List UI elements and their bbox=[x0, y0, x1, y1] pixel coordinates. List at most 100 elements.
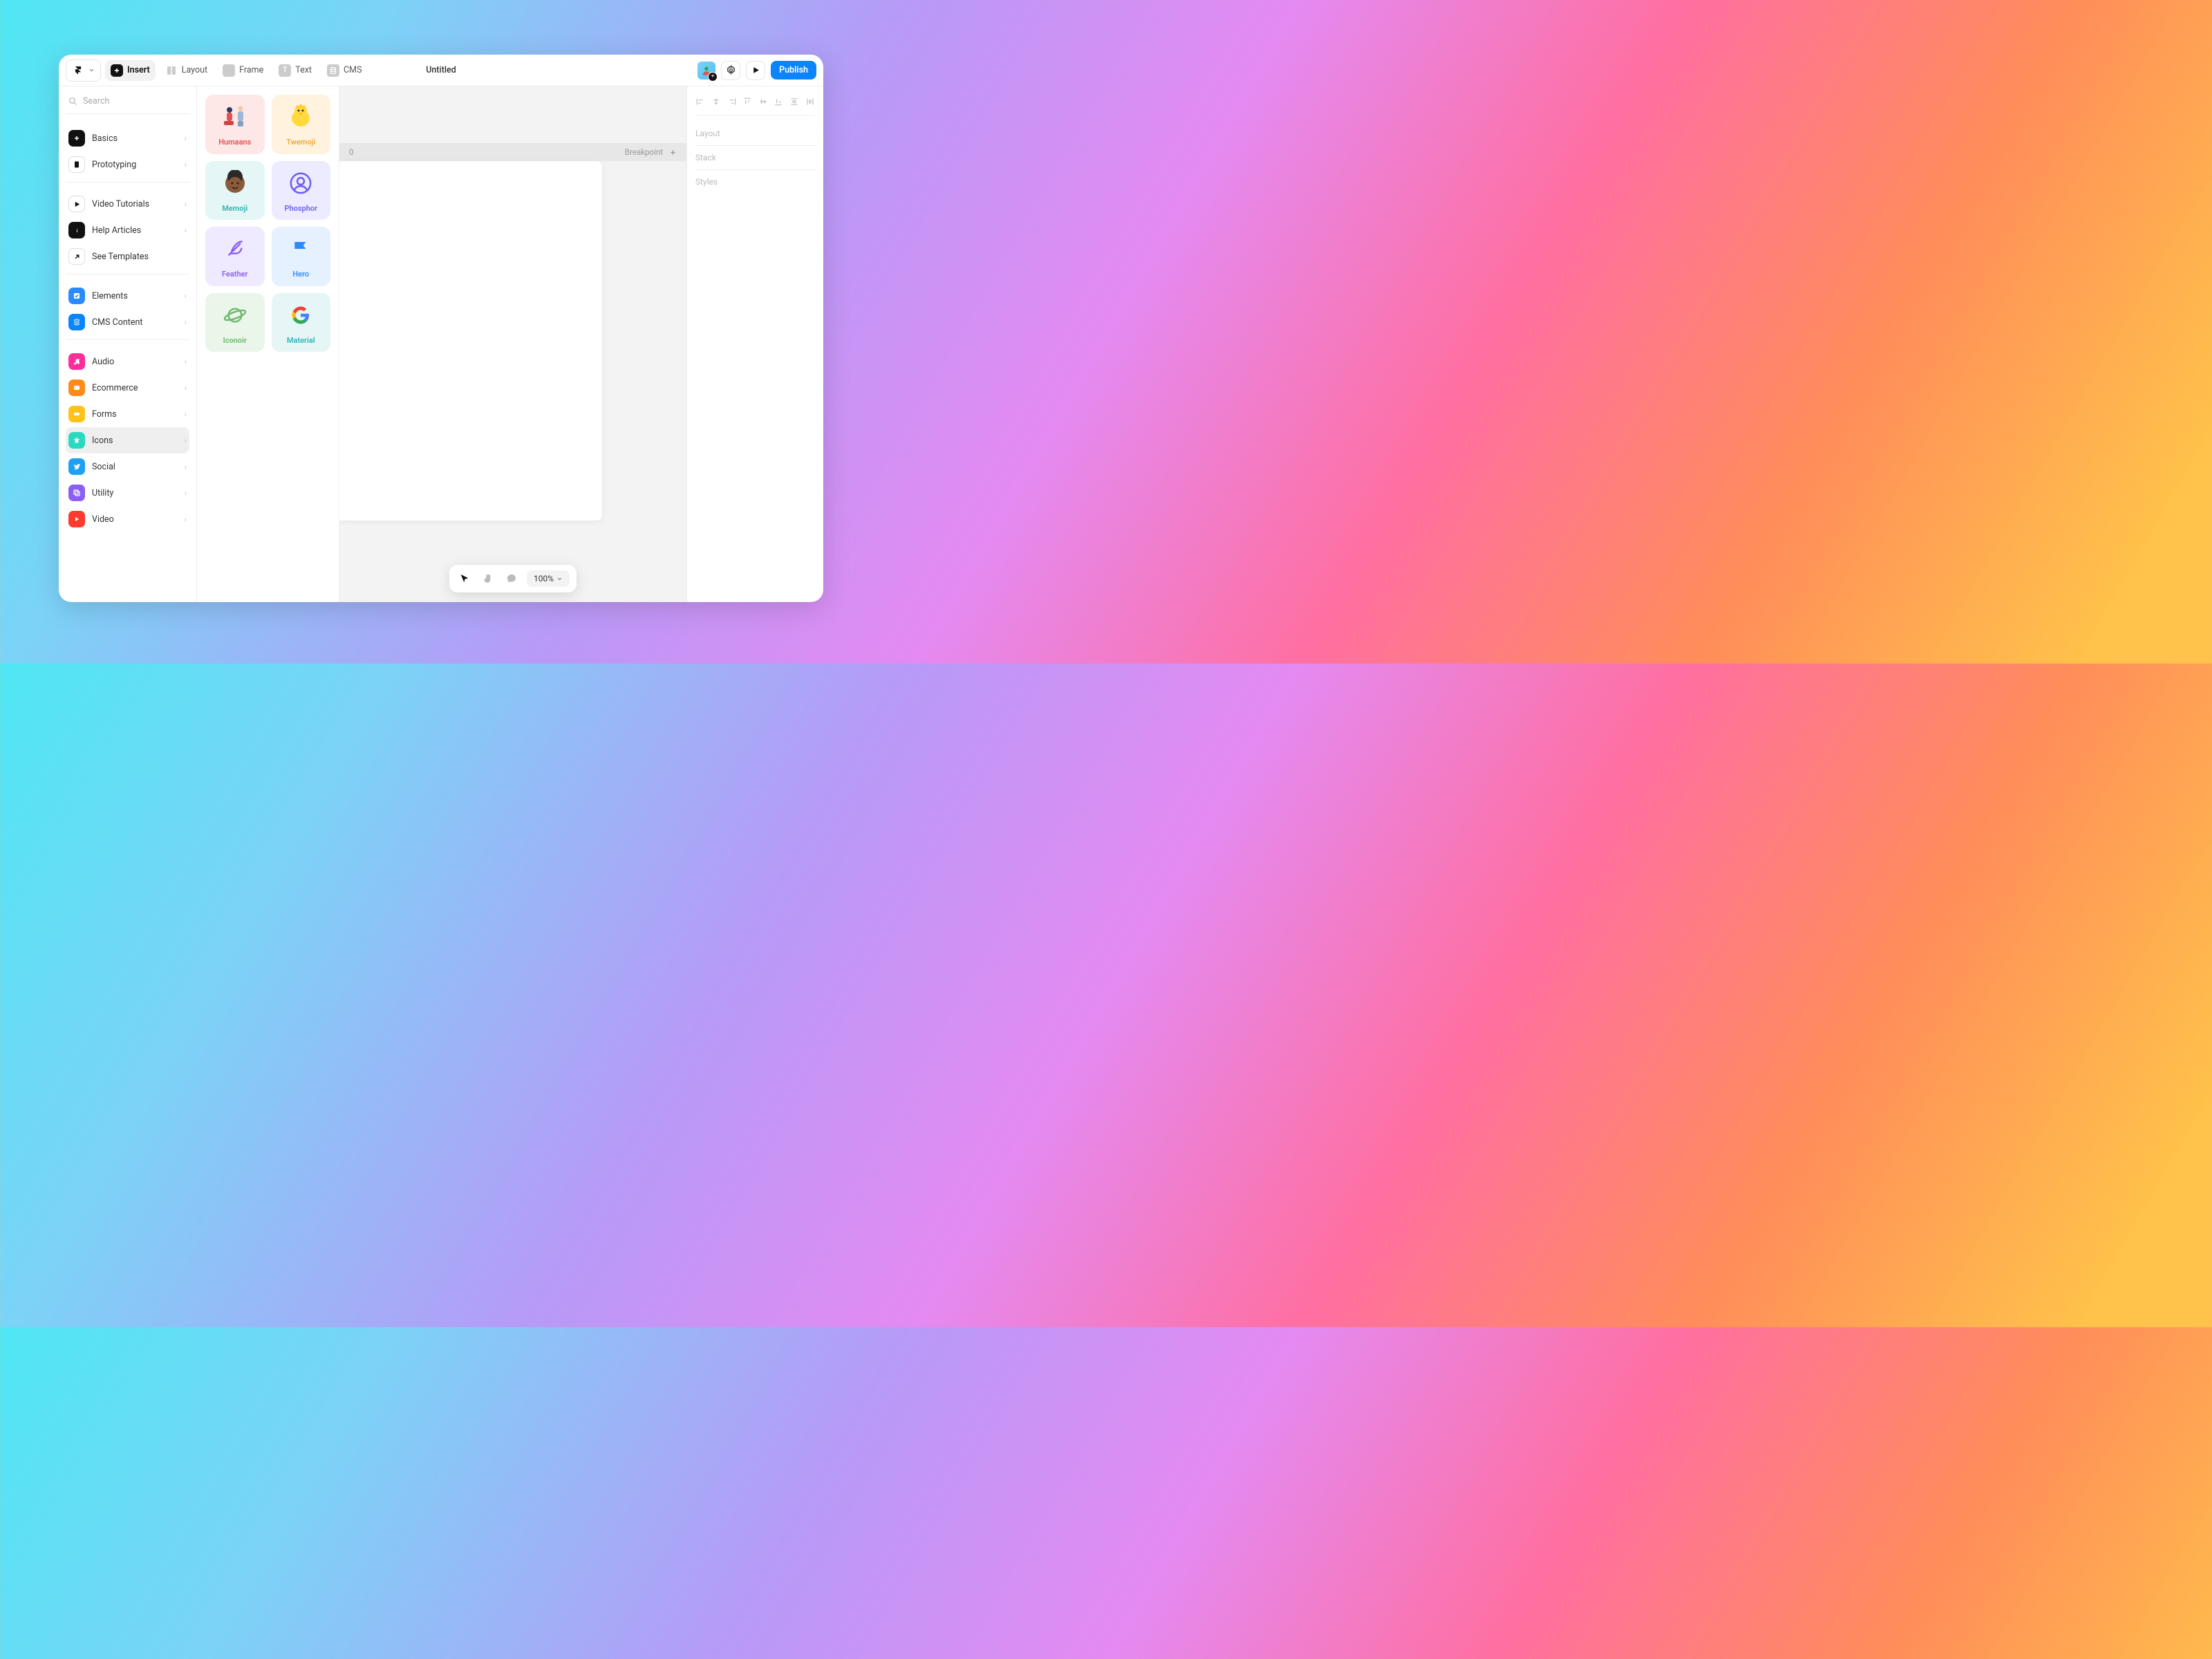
add-breakpoint-button[interactable] bbox=[667, 147, 678, 158]
pack-hero[interactable]: Hero bbox=[272, 227, 331, 286]
nav-audio[interactable]: Audio › bbox=[66, 348, 189, 375]
nav-elements[interactable]: Elements › bbox=[66, 283, 189, 309]
pack-label: Hero bbox=[292, 270, 309, 279]
panel-layout[interactable]: Layout bbox=[695, 122, 815, 146]
nav-basics[interactable]: Basics › bbox=[66, 125, 189, 151]
nav-label: Prototyping bbox=[92, 160, 136, 170]
pack-humaans[interactable]: Humaans bbox=[205, 95, 265, 154]
distribute-h-button[interactable] bbox=[805, 96, 815, 107]
chevron-right-icon: › bbox=[185, 436, 187, 445]
nav-video[interactable]: Video › bbox=[66, 506, 189, 532]
chevron-right-icon: › bbox=[185, 357, 187, 366]
panel-stack[interactable]: Stack bbox=[695, 146, 815, 170]
zoom-control[interactable]: 100% bbox=[527, 570, 570, 587]
page-icon bbox=[68, 156, 85, 173]
play-circle-icon bbox=[68, 196, 85, 212]
align-right-button[interactable] bbox=[727, 96, 737, 107]
preview-button[interactable] bbox=[746, 61, 765, 80]
toolbar: Insert Layout Frame T Text CMS Untitled bbox=[59, 55, 823, 86]
gear-icon bbox=[726, 65, 736, 75]
hand-tool[interactable] bbox=[480, 570, 496, 587]
nav-label: CMS Content bbox=[92, 317, 142, 328]
star-icon bbox=[68, 432, 85, 449]
distribute-v-button[interactable] bbox=[789, 96, 800, 107]
pack-material[interactable]: Material bbox=[272, 293, 331, 353]
pack-label: Material bbox=[287, 336, 315, 345]
nav-label: Audio bbox=[92, 357, 114, 367]
nav-label: Basics bbox=[92, 133, 118, 144]
breakpoint-label: Breakpoint bbox=[625, 147, 663, 157]
nav-video-tutorials[interactable]: Video Tutorials › bbox=[66, 191, 189, 217]
nav-prototyping[interactable]: Prototyping › bbox=[66, 151, 189, 178]
user-avatar[interactable] bbox=[697, 62, 715, 79]
pack-feather[interactable]: Feather bbox=[205, 227, 265, 286]
nav-utility[interactable]: Utility › bbox=[66, 480, 189, 506]
text-icon: T bbox=[279, 64, 291, 77]
canvas[interactable]: 0 Breakpoint 100% bbox=[339, 86, 686, 602]
pack-label: Memoji bbox=[222, 204, 247, 213]
nav-label: Video bbox=[92, 514, 114, 525]
nav-icons[interactable]: Icons › bbox=[66, 427, 189, 453]
cursor-tool[interactable] bbox=[456, 570, 473, 587]
nav-section-categories: Audio › Ecommerce › Forms › bbox=[66, 344, 189, 536]
align-center-h-button[interactable] bbox=[711, 96, 722, 107]
nav-section-primary: Basics › Prototyping › bbox=[66, 121, 189, 182]
nav-see-templates[interactable]: See Templates bbox=[66, 243, 189, 270]
align-top-button[interactable] bbox=[742, 96, 753, 107]
search-input[interactable]: Search bbox=[66, 92, 189, 114]
nav-section-content: Elements › CMS Content › bbox=[66, 279, 189, 340]
align-center-v-button[interactable] bbox=[758, 96, 769, 107]
feather-icon bbox=[220, 234, 250, 264]
cursor-icon bbox=[459, 573, 470, 584]
nav-label: Ecommerce bbox=[92, 383, 138, 393]
app-menu-button[interactable] bbox=[66, 59, 101, 82]
artboard[interactable] bbox=[339, 161, 602, 521]
chevron-right-icon: › bbox=[185, 489, 187, 498]
nav-label: Social bbox=[92, 462, 115, 472]
humaans-illustration-icon bbox=[220, 102, 250, 132]
pack-twemoji[interactable]: Twemoji bbox=[272, 95, 331, 154]
settings-button[interactable] bbox=[721, 61, 740, 80]
nav-ecommerce[interactable]: Ecommerce › bbox=[66, 375, 189, 401]
layout-label: Layout bbox=[182, 65, 207, 75]
pack-phosphor[interactable]: Phosphor bbox=[272, 161, 331, 221]
frame-button[interactable]: Frame bbox=[217, 60, 269, 81]
frame-label: Frame bbox=[239, 65, 263, 75]
frame-icon bbox=[223, 64, 235, 77]
planet-icon bbox=[220, 300, 250, 330]
publish-button[interactable]: Publish bbox=[771, 61, 816, 79]
checkbox-icon bbox=[68, 288, 85, 304]
pack-memoji[interactable]: Memoji bbox=[205, 161, 265, 221]
align-left-button[interactable] bbox=[695, 96, 706, 107]
chevron-down-icon bbox=[88, 67, 95, 73]
nav-help-articles[interactable]: i Help Articles › bbox=[66, 217, 189, 243]
comment-tool[interactable] bbox=[503, 570, 520, 587]
cms-button[interactable]: CMS bbox=[321, 60, 367, 81]
svg-text:i: i bbox=[76, 227, 77, 233]
google-g-icon bbox=[285, 300, 316, 330]
chevron-right-icon: › bbox=[185, 384, 187, 393]
nav-label: Video Tutorials bbox=[92, 199, 149, 209]
pack-label: Humaans bbox=[218, 138, 251, 147]
panel-styles[interactable]: Styles bbox=[695, 170, 815, 194]
breakpoint-bar[interactable]: 0 Breakpoint bbox=[339, 143, 686, 161]
properties-panel: Layout Stack Styles bbox=[686, 86, 823, 602]
text-label: Text bbox=[295, 65, 312, 75]
pack-iconoir[interactable]: Iconoir bbox=[205, 293, 265, 353]
pack-label: Phosphor bbox=[284, 204, 317, 213]
document-title[interactable]: Untitled bbox=[426, 65, 456, 75]
nav-social[interactable]: Social › bbox=[66, 453, 189, 480]
user-circle-icon bbox=[285, 168, 316, 198]
icon-packs-panel: Humaans Twemoji Memoji bbox=[197, 86, 339, 602]
person-icon bbox=[701, 65, 712, 76]
align-bottom-button[interactable] bbox=[774, 96, 784, 107]
layout-button[interactable]: Layout bbox=[160, 60, 213, 81]
cms-label: CMS bbox=[344, 65, 362, 75]
comment-icon bbox=[506, 573, 517, 584]
nav-cms-content[interactable]: CMS Content › bbox=[66, 309, 189, 335]
insert-button[interactable]: Insert bbox=[105, 60, 156, 81]
body: Search Basics › Prototyping › bbox=[59, 86, 823, 602]
text-button[interactable]: T Text bbox=[273, 60, 317, 81]
nav-forms[interactable]: Forms › bbox=[66, 401, 189, 427]
canvas-toolbar: 100% bbox=[449, 565, 577, 592]
